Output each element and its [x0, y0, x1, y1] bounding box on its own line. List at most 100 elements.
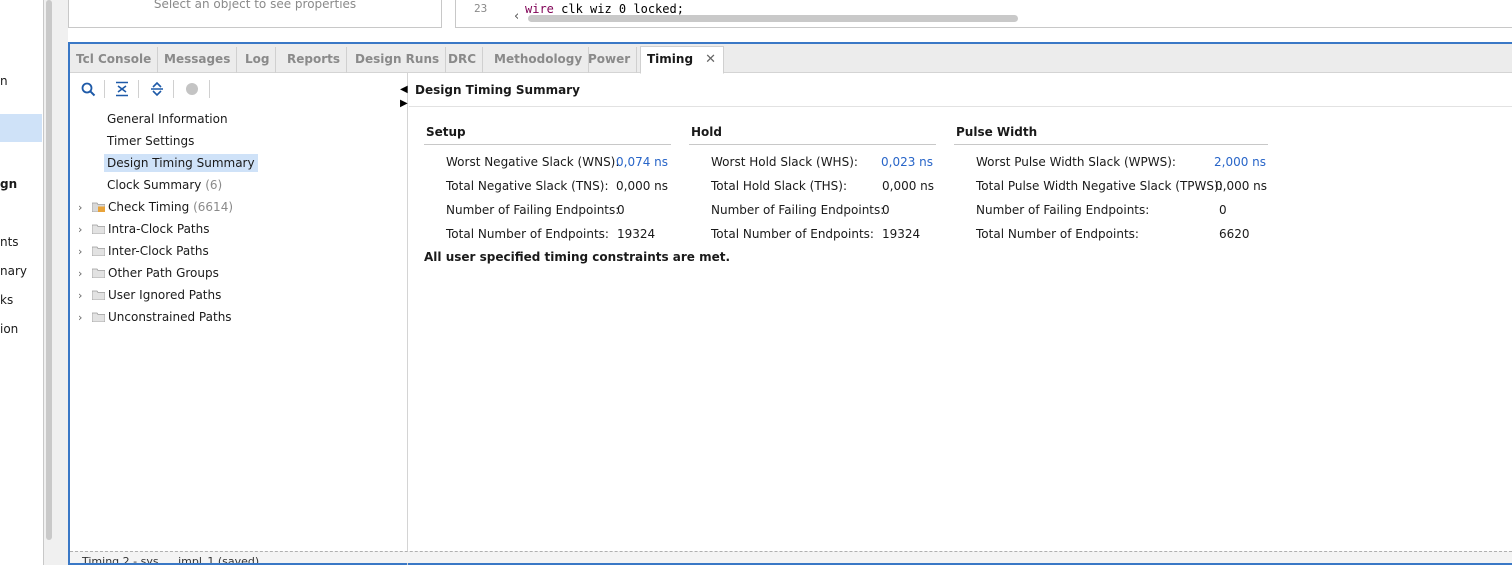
setup-row-endpoints: Total Number of Endpoints: 19324 [446, 224, 655, 244]
setup-row-failing: Number of Failing Endpoints: 0 [446, 200, 625, 220]
tree-item-label: Design Timing Summary [104, 154, 258, 172]
flow-navigator: n gn nts nary ks ion [0, 0, 44, 565]
collapse-all-icon[interactable] [113, 80, 131, 98]
stop-icon[interactable] [183, 80, 201, 98]
code-editor[interactable]: 23 wire clk_wiz_0_locked; ‹ [455, 0, 1512, 28]
row-label: Total Number of Endpoints: [446, 227, 609, 241]
tree-item-inter-clock-paths[interactable]: › Inter-Clock Paths [78, 241, 209, 261]
row-label: Worst Pulse Width Slack (WPWS): [976, 155, 1176, 169]
tab-drc[interactable]: DRC [442, 47, 484, 73]
tab-design-runs[interactable]: Design Runs [349, 47, 447, 73]
setup-title: Setup [424, 125, 671, 145]
folder-icon [92, 290, 105, 300]
wpws-link[interactable]: 2,000 ns [1214, 152, 1266, 172]
hold-row-whs: Worst Hold Slack (WHS): 0,023 ns [711, 152, 933, 172]
row-label: Total Pulse Width Negative Slack (TPWS): [976, 179, 1223, 193]
row-value: 0,000 ns [882, 179, 935, 193]
chevron-right-icon[interactable]: › [78, 220, 92, 240]
tree-item-label: Intra-Clock Paths [108, 222, 210, 236]
tree-item-label: Clock Summary [107, 178, 202, 192]
flow-nav-item[interactable]: nary [0, 264, 27, 278]
tree-item-label: Check Timing [108, 200, 190, 214]
divider [409, 106, 1512, 107]
pulse-width-section: Pulse Width Worst Pulse Width Slack (WPW… [954, 125, 1268, 245]
folder-icon [92, 268, 105, 278]
tab-messages[interactable]: Messages [158, 47, 238, 73]
scroll-left-icon[interactable]: ‹ [514, 9, 519, 24]
row-label: Number of Failing Endpoints: [711, 203, 885, 217]
chevron-right-icon[interactable]: › [78, 242, 92, 262]
pulse-row-tpws: Total Pulse Width Negative Slack (TPWS):… [976, 176, 1267, 196]
expand-all-icon[interactable] [148, 80, 166, 98]
timing-tool-window: Tcl Console Messages Log Reports Design … [68, 42, 1512, 565]
folder-warning-icon [92, 202, 105, 212]
hold-row-failing: Number of Failing Endpoints: 0 [711, 200, 890, 220]
tab-reports[interactable]: Reports [281, 47, 348, 73]
hold-section: Hold Worst Hold Slack (WHS): 0,023 ns Tot… [689, 125, 936, 245]
toolbar-separator [138, 80, 139, 98]
flow-nav-item[interactable]: gn [0, 177, 17, 191]
flow-nav-item[interactable]: n [0, 74, 8, 88]
close-icon[interactable]: ✕ [705, 52, 716, 67]
row-label: Total Negative Slack (TNS): [446, 179, 609, 193]
toolbar-separator [209, 80, 210, 98]
tree-item-other-path-groups[interactable]: › Other Path Groups [78, 263, 219, 283]
folder-icon [92, 246, 105, 256]
flow-nav-item[interactable]: nts [0, 235, 19, 249]
tab-log[interactable]: Log [239, 47, 277, 73]
tree-item-clock-summary[interactable]: Clock Summary (6) [107, 175, 222, 195]
splitter[interactable] [54, 0, 68, 565]
row-label: Total Number of Endpoints: [976, 227, 1139, 241]
search-icon[interactable] [79, 80, 97, 98]
flow-nav-selection [0, 114, 42, 142]
summary-title: Design Timing Summary [415, 83, 580, 97]
scrollbar-thumb[interactable] [528, 15, 1018, 22]
horizontal-scrollbar[interactable]: ‹ [512, 9, 1512, 24]
tab-timing-label: Timing [647, 52, 694, 66]
flow-nav-item[interactable]: ks [0, 293, 13, 307]
tab-timing[interactable]: Timing ✕ [640, 46, 724, 74]
tool-tab-bar: Tcl Console Messages Log Reports Design … [70, 44, 1512, 74]
tree-item-timer-settings[interactable]: Timer Settings [107, 131, 194, 151]
tree-item-label: Inter-Clock Paths [108, 244, 209, 258]
scrollbar-thumb[interactable] [46, 0, 52, 540]
setup-row-wns: Worst Negative Slack (WNS): 0,074 ns [446, 152, 668, 172]
row-label: Total Number of Endpoints: [711, 227, 874, 241]
tree-item-user-ignored-paths[interactable]: › User Ignored Paths [78, 285, 221, 305]
pulse-row-endpoints: Total Number of Endpoints: 6620 [976, 224, 1250, 244]
chevron-right-icon[interactable]: › [78, 286, 92, 306]
flow-nav-scrollbar[interactable] [44, 0, 54, 565]
row-label: Number of Failing Endpoints: [976, 203, 1150, 217]
tab-methodology[interactable]: Methodology [488, 47, 590, 73]
bottom-tab-strip: Timing 2 - sys_... impl_1 (saved) [70, 551, 1512, 563]
tree-item-check-timing[interactable]: › Check Timing (6614) [78, 197, 233, 217]
whs-link[interactable]: 0,023 ns [881, 152, 933, 172]
tab-tcl-console[interactable]: Tcl Console [70, 47, 159, 73]
constraints-met-message: All user specified timing constraints ar… [424, 250, 731, 264]
row-label: Worst Negative Slack (WNS): [446, 155, 620, 169]
row-value: 0 [617, 203, 625, 217]
tab-power[interactable]: Power [582, 47, 638, 73]
row-value: 0,000 ns [1215, 179, 1268, 193]
chevron-right-icon[interactable]: › [78, 198, 92, 218]
chevron-right-icon[interactable]: › [78, 308, 92, 328]
toolbar-separator [104, 80, 105, 98]
wns-link[interactable]: 0,074 ns [616, 152, 668, 172]
tree-item-general-information[interactable]: General Information [107, 109, 228, 129]
tree-item-unconstrained-paths[interactable]: › Unconstrained Paths [78, 307, 232, 327]
chevron-right-icon[interactable]: › [78, 264, 92, 284]
row-label: Total Hold Slack (THS): [711, 179, 848, 193]
timing-tree-panel: General Information Timer Settings Desig… [70, 73, 408, 565]
pulse-row-failing: Number of Failing Endpoints: 0 [976, 200, 1227, 220]
tree-item-label: Unconstrained Paths [108, 310, 232, 324]
panel-collapse-toggle[interactable]: ◀ ▶ [400, 83, 408, 111]
tree-item-count: (6614) [193, 200, 234, 214]
flow-nav-item[interactable]: ion [0, 322, 18, 336]
row-value: 0 [1219, 203, 1227, 217]
hold-title: Hold [689, 125, 936, 145]
tree-item-design-timing-summary[interactable]: Design Timing Summary [104, 153, 258, 173]
tree-item-intra-clock-paths[interactable]: › Intra-Clock Paths [78, 219, 210, 239]
row-value: 19324 [617, 227, 656, 241]
setup-row-tns: Total Negative Slack (TNS): 0,000 ns [446, 176, 668, 196]
bottom-tab-label[interactable]: Timing 2 - sys_... impl_1 (saved) [82, 555, 259, 563]
